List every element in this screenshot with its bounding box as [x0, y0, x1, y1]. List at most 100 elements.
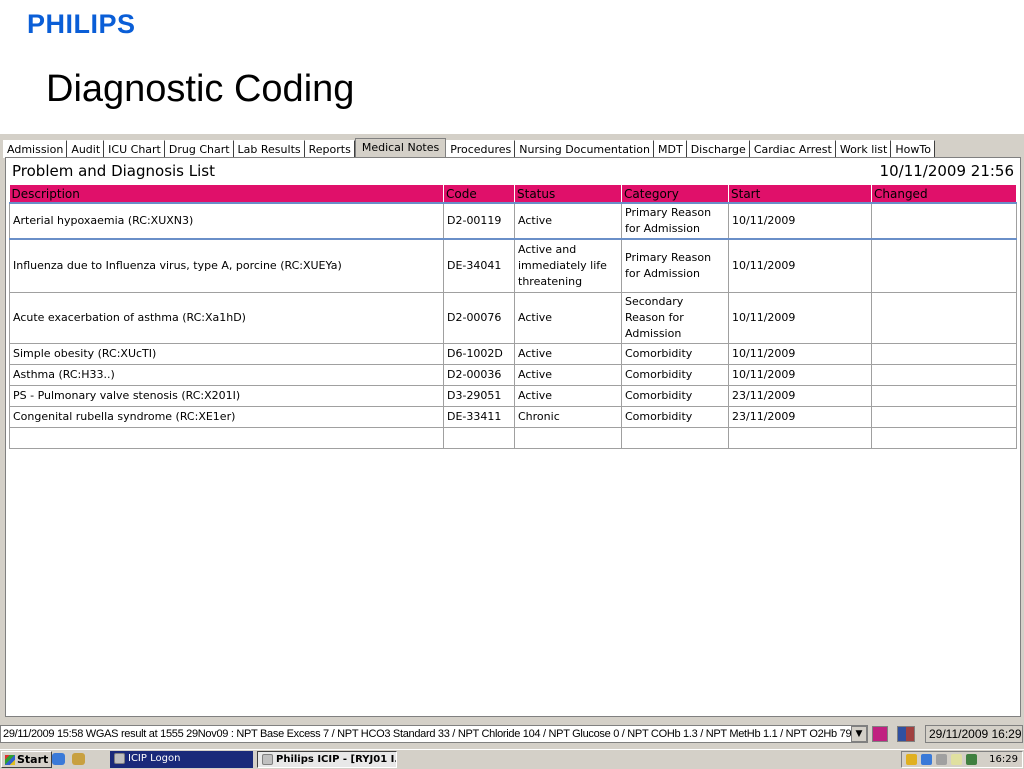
cell-category: Primary Reason for Admission	[621, 202, 729, 240]
tab-icu-chart[interactable]: ICU Chart	[104, 140, 165, 158]
tab-nursing-documentation[interactable]: Nursing Documentation	[515, 140, 655, 158]
cell-changed	[871, 384, 1017, 407]
cell-description: Simple obesity (RC:XUcTI)	[9, 342, 444, 365]
cell-start: 10/11/2009	[728, 363, 872, 386]
column-header-start[interactable]: Start	[728, 185, 872, 203]
cell-description: Influenza due to Influenza virus, type A…	[9, 238, 444, 293]
panel-datetime: 10/11/2009 21:56	[879, 162, 1014, 180]
cell-start: 23/11/2009	[728, 384, 872, 407]
windows-flag-icon	[5, 755, 15, 765]
cell-changed	[871, 363, 1017, 386]
cell-changed	[871, 342, 1017, 365]
cell-category: Secondary Reason for Admission	[621, 291, 729, 344]
tab-audit[interactable]: Audit	[67, 140, 105, 158]
table-row[interactable]: PS - Pulmonary valve stenosis (RC:X201I)…	[9, 384, 1017, 407]
tab-drug-chart[interactable]: Drug Chart	[164, 140, 234, 158]
tab-discharge[interactable]: Discharge	[686, 140, 750, 158]
table-row[interactable]: Acute exacerbation of asthma (RC:Xa1hD) …	[9, 291, 1017, 344]
taskbar-item-label: ICIP Logon	[128, 753, 181, 764]
table-row[interactable]: Asthma (RC:H33..) D2-00036 Active Comorb…	[9, 363, 1017, 386]
tab-cardiac-arrest[interactable]: Cardiac Arrest	[749, 140, 836, 158]
cell-status: Active	[514, 384, 622, 407]
alert-icon[interactable]	[872, 726, 888, 742]
tab-lab-results[interactable]: Lab Results	[233, 140, 305, 158]
medical-notes-panel: Problem and Diagnosis List 10/11/2009 21…	[5, 157, 1021, 717]
column-header-status[interactable]: Status	[514, 185, 622, 203]
cell-status	[514, 426, 622, 449]
cell-changed	[871, 291, 1017, 344]
cell-status: Active	[514, 342, 622, 365]
cell-start: 23/11/2009	[728, 405, 872, 428]
cell-code: DE-33411	[443, 405, 515, 428]
results-message-line[interactable]: 29/11/2009 15:58 WGAS result at 1555 29N…	[0, 725, 868, 743]
cell-status: Active and immediately life threatening	[514, 238, 622, 293]
cell-description: Asthma (RC:H33..)	[9, 363, 444, 386]
cell-code: D2-00036	[443, 363, 515, 386]
cell-start: 10/11/2009	[728, 202, 872, 240]
taskbar-item-icip-logon[interactable]: ICIP Logon	[110, 751, 253, 768]
tab-admission[interactable]: Admission	[3, 140, 68, 158]
cell-category: Primary Reason for Admission	[621, 238, 729, 293]
cell-category: Comorbidity	[621, 363, 729, 386]
column-header-description[interactable]: Description	[9, 185, 444, 203]
network-icon[interactable]	[921, 754, 932, 765]
cell-category: Comorbidity	[621, 342, 729, 365]
taskbar-item-label: Philips ICIP - [RYJ01 I...	[276, 754, 397, 765]
diagnosis-table: Description Code Status Category Start C…	[9, 185, 1017, 449]
sync-icon[interactable]	[951, 754, 962, 765]
tab-medical-notes[interactable]: Medical Notes	[354, 138, 447, 158]
tab-mdt[interactable]: MDT	[654, 140, 687, 158]
panel-title: Problem and Diagnosis List	[12, 162, 215, 180]
cell-description: Acute exacerbation of asthma (RC:Xa1hD)	[9, 291, 444, 344]
cell-code: D6-1002D	[443, 342, 515, 365]
cell-description: Arterial hypoxaemia (RC:XUXN3)	[9, 202, 444, 240]
tab-reports[interactable]: Reports	[304, 140, 355, 158]
cell-description	[9, 426, 444, 449]
column-header-changed[interactable]: Changed	[871, 185, 1017, 203]
cell-description: Congenital rubella syndrome (RC:XE1er)	[9, 405, 444, 428]
security-shield-icon[interactable]	[906, 754, 917, 765]
clock: 16:29	[989, 754, 1018, 765]
table-row[interactable]: Congenital rubella syndrome (RC:XE1er) D…	[9, 405, 1017, 428]
column-header-category[interactable]: Category	[621, 185, 729, 203]
icip-application-window: Admission Audit ICU Chart Drug Chart Lab…	[0, 134, 1024, 769]
philips-logo: PHILIPS	[27, 9, 136, 39]
cell-description: PS - Pulmonary valve stenosis (RC:X201I)	[9, 384, 444, 407]
printer-icon[interactable]	[936, 754, 947, 765]
app-icon	[262, 754, 273, 765]
cell-category: Comorbidity	[621, 384, 729, 407]
start-button[interactable]: Start	[1, 751, 53, 768]
cell-code: D3-29051	[443, 384, 515, 407]
start-label: Start	[17, 753, 49, 766]
cell-category	[621, 426, 729, 449]
users-icon[interactable]	[897, 726, 915, 742]
cell-start: 10/11/2009	[728, 342, 872, 365]
cell-start: 10/11/2009	[728, 238, 872, 293]
app-icon	[114, 753, 125, 764]
cell-code: DE-34041	[443, 238, 515, 293]
cell-status: Chronic	[514, 405, 622, 428]
search-icon[interactable]	[72, 753, 85, 765]
column-header-code[interactable]: Code	[443, 185, 515, 203]
system-tray: 16:29	[901, 751, 1023, 768]
tab-work-list[interactable]: Work list	[835, 140, 892, 158]
cell-start	[728, 426, 872, 449]
table-header-row: Description Code Status Category Start C…	[9, 185, 1017, 203]
cell-changed	[871, 202, 1017, 240]
tab-procedures[interactable]: Procedures	[446, 140, 516, 158]
table-row[interactable]: Simple obesity (RC:XUcTI) D6-1002D Activ…	[9, 342, 1017, 365]
table-row-empty[interactable]	[9, 426, 1017, 449]
internet-explorer-icon[interactable]	[52, 753, 65, 765]
chevron-down-icon[interactable]: ▼	[851, 726, 867, 742]
tab-strip: Admission Audit ICU Chart Drug Chart Lab…	[3, 138, 935, 158]
taskbar-item-philips-icip[interactable]: Philips ICIP - [RYJ01 I...	[257, 751, 397, 768]
volume-icon[interactable]	[966, 754, 977, 765]
table-row[interactable]: Arterial hypoxaemia (RC:XUXN3) D2-00119 …	[9, 202, 1017, 240]
cell-status: Active	[514, 363, 622, 386]
cell-category: Comorbidity	[621, 405, 729, 428]
table-row[interactable]: Influenza due to Influenza virus, type A…	[9, 238, 1017, 293]
cell-changed	[871, 426, 1017, 449]
cell-code: D2-00119	[443, 202, 515, 240]
windows-taskbar: Start ICIP Logon Philips ICIP - [RYJ01 I…	[0, 749, 1024, 769]
tab-howto[interactable]: HowTo	[891, 140, 935, 158]
